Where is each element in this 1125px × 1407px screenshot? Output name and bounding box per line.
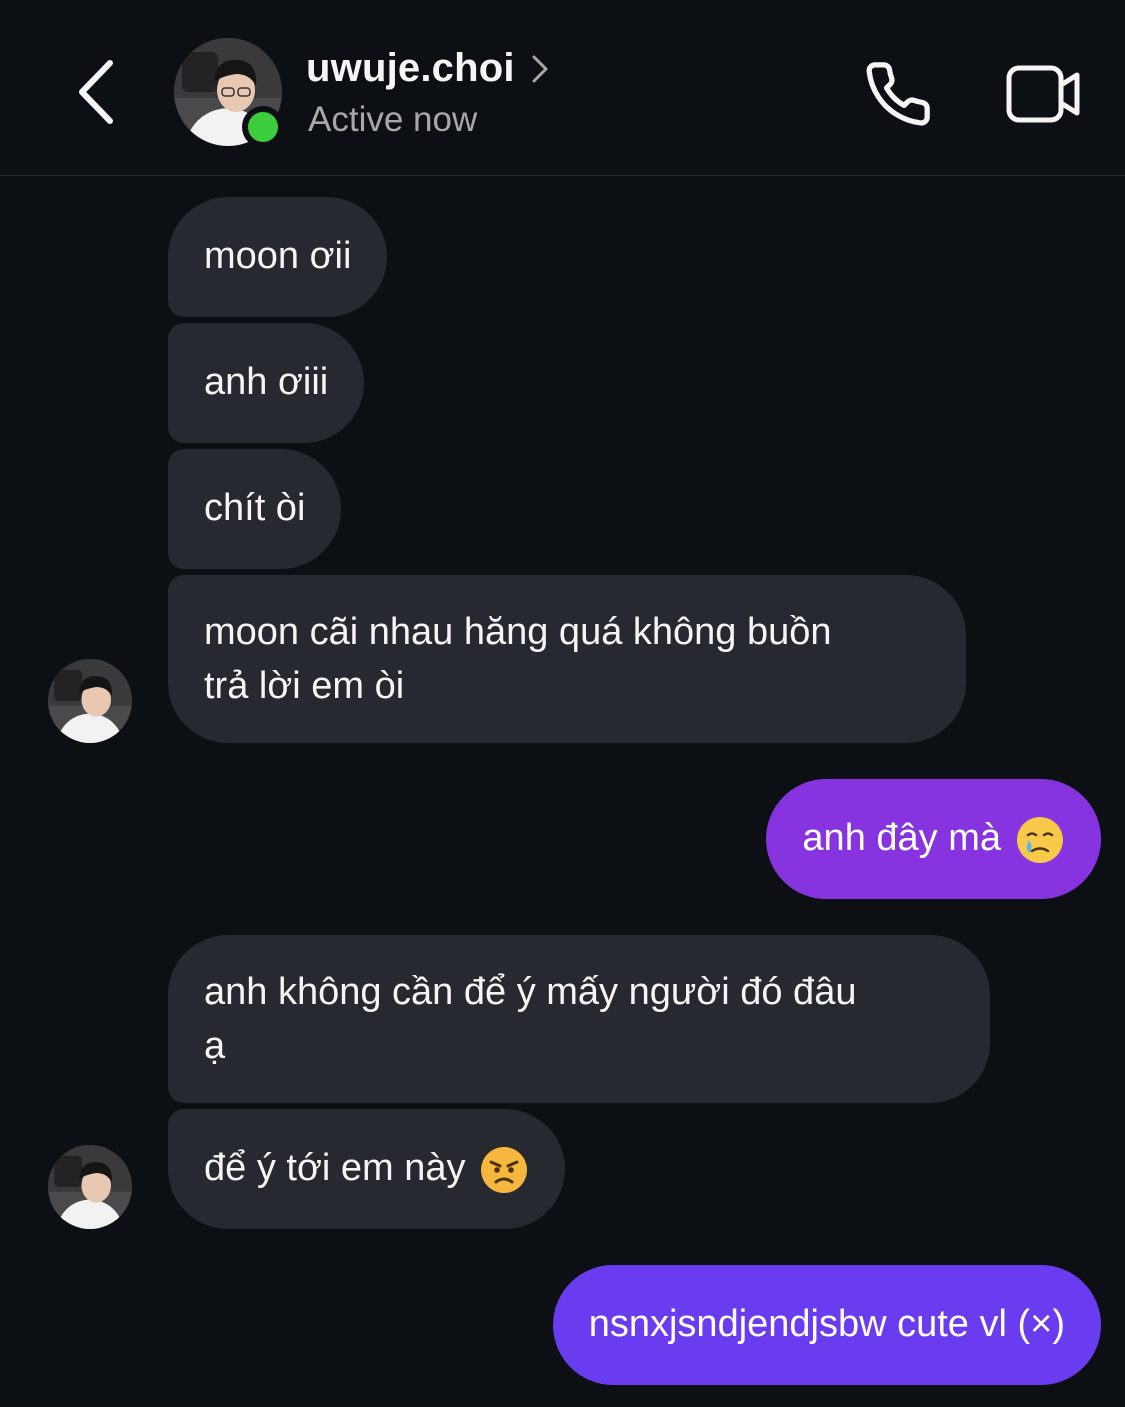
message-bubble-incoming[interactable]: để ý tới em này bbox=[168, 1109, 566, 1229]
message-bubble-outgoing[interactable]: nsnxjsndjendjsbw cute vl (×) bbox=[552, 1265, 1101, 1385]
angry-face-emoji-icon bbox=[481, 1146, 528, 1193]
chevron-left-icon bbox=[79, 60, 113, 124]
message-text: để ý tới em này bbox=[204, 1147, 466, 1189]
message-bubble-incoming[interactable]: moon cãi nhau hăng quá không buồn trả lờ… bbox=[168, 575, 966, 743]
chat-header: uwuje.choi Active now bbox=[0, 0, 1125, 176]
video-camera-icon bbox=[1006, 65, 1080, 123]
message-text-line: ạ bbox=[204, 1025, 226, 1067]
message-bubble-incoming[interactable]: anh ơiii bbox=[168, 323, 365, 443]
message-text: chít òi bbox=[204, 487, 306, 529]
message-bubble-incoming[interactable]: moon ơii bbox=[168, 197, 388, 317]
message-text: moon ơii bbox=[204, 235, 352, 277]
chevron-right-icon bbox=[532, 55, 548, 82]
back-button[interactable] bbox=[60, 56, 132, 128]
message-bubble-outgoing[interactable]: anh đây mà bbox=[766, 779, 1101, 899]
contact-username: uwuje.choi bbox=[306, 46, 515, 90]
message-text: anh ơiii bbox=[204, 361, 329, 403]
message-text-line: trả lời em òi bbox=[204, 665, 405, 707]
crying-face-emoji-icon bbox=[1017, 816, 1063, 863]
sender-avatar[interactable] bbox=[48, 659, 132, 743]
video-call-button[interactable] bbox=[998, 54, 1088, 134]
sender-avatar[interactable] bbox=[48, 1145, 132, 1229]
voice-call-button[interactable] bbox=[858, 54, 938, 134]
active-status-text: Active now bbox=[308, 100, 478, 139]
message-text: anh đây mà bbox=[802, 817, 1001, 859]
contact-avatar[interactable] bbox=[174, 38, 284, 148]
message-text-line: anh không cần để ý mấy người đó đâu bbox=[204, 971, 857, 1013]
message-bubble-incoming[interactable]: anh không cần để ý mấy người đó đâu ạ bbox=[168, 935, 990, 1103]
phone-icon bbox=[866, 62, 930, 126]
message-bubble-incoming[interactable]: chít òi bbox=[168, 449, 342, 569]
online-status-dot bbox=[242, 106, 284, 148]
message-text-line: moon cãi nhau hăng quá không buồn bbox=[204, 611, 832, 653]
contact-name-link[interactable]: uwuje.choi bbox=[306, 46, 549, 91]
message-text: nsnxjsndjendjsbw cute vl (×) bbox=[588, 1303, 1065, 1345]
